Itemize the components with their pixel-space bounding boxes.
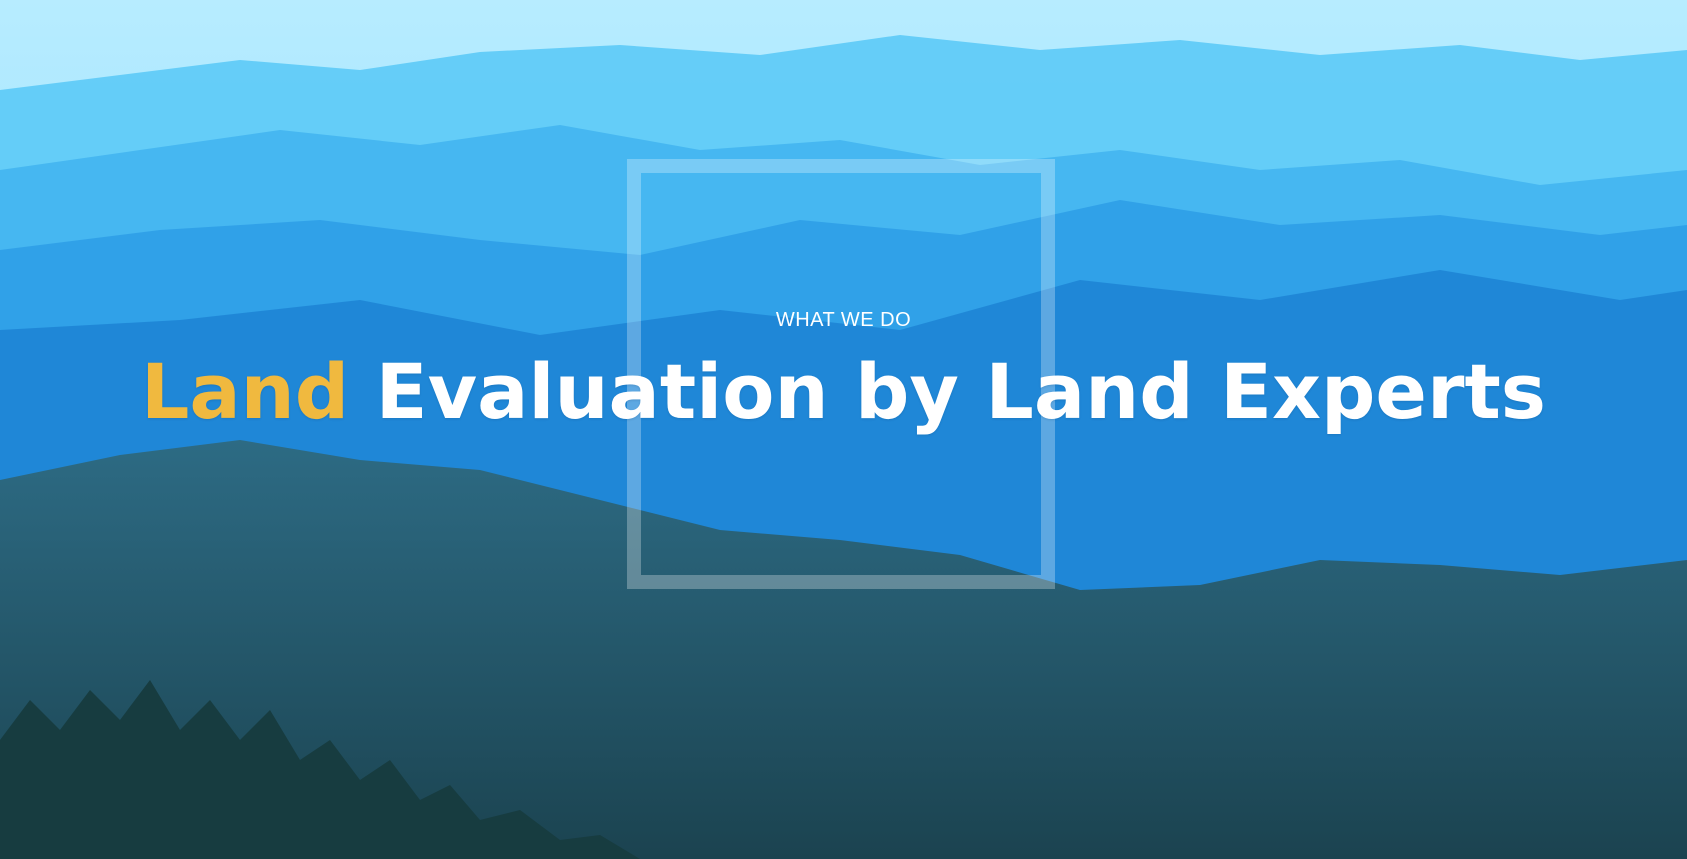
- headline-rest: Evaluation by Land Experts: [349, 347, 1547, 436]
- hero-section: WHAT WE DO Land Evaluation by Land Exper…: [0, 0, 1687, 859]
- hero-headline: Land Evaluation by Land Experts: [0, 348, 1687, 435]
- headline-accent-word: Land: [140, 347, 350, 436]
- section-eyebrow: WHAT WE DO: [775, 309, 912, 331]
